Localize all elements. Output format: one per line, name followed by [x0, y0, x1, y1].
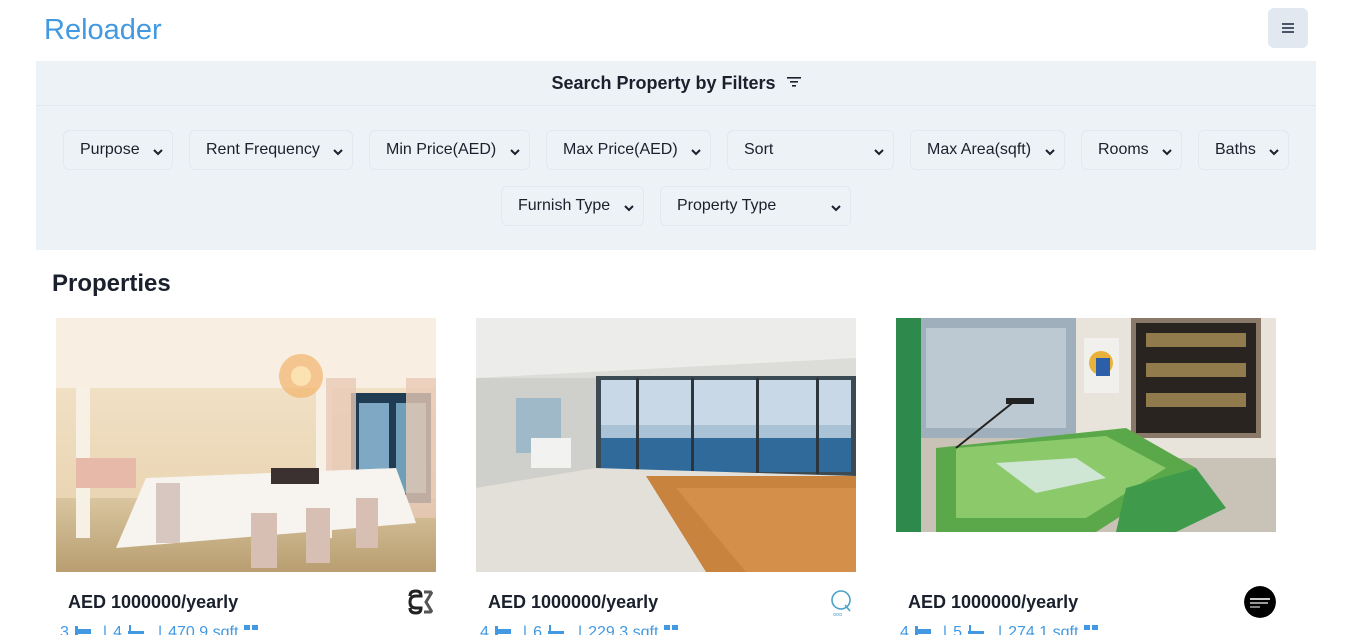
- area-grid-icon: [244, 624, 259, 635]
- select-rooms[interactable]: Rooms: [1081, 130, 1182, 170]
- property-stats: 4 | 6 | 229.3 sqft: [480, 624, 679, 635]
- area-grid-icon: [1084, 624, 1099, 635]
- property-photo[interactable]: [896, 318, 1276, 532]
- filter-lines-icon: [786, 74, 801, 92]
- baths-count: 5: [953, 624, 962, 635]
- area-value: 274.1 sqft: [1008, 624, 1079, 635]
- area-grid-icon: [664, 624, 679, 635]
- area-value: 229.3 sqft: [588, 624, 659, 635]
- select-label: Property Type: [677, 197, 777, 214]
- select-baths[interactable]: Baths: [1198, 130, 1289, 170]
- select-min-price[interactable]: Min Price(AED): [369, 130, 530, 170]
- agency-logo: [1244, 586, 1276, 618]
- select-label: Max Area(sqft): [927, 141, 1032, 158]
- select-label: Sort: [744, 141, 774, 158]
- chevron-down-icon: [152, 145, 164, 163]
- select-max-area[interactable]: Max Area(sqft): [910, 130, 1065, 170]
- select-label: Min Price(AED): [386, 141, 497, 158]
- chevron-down-icon: [690, 145, 702, 163]
- chevron-down-icon: [1161, 145, 1173, 163]
- select-purpose[interactable]: Purpose: [63, 130, 173, 170]
- divider: |: [102, 624, 108, 635]
- divider: |: [997, 624, 1003, 635]
- bed-icon: [494, 624, 511, 635]
- chevron-down-icon: [873, 145, 885, 163]
- rooms-count: 4: [900, 624, 909, 635]
- rooms-count: 4: [480, 624, 489, 635]
- baths-count: 4: [113, 624, 122, 635]
- select-property-type[interactable]: Property Type: [660, 186, 851, 226]
- property-price: AED 1000000/yearly: [488, 592, 659, 612]
- svg-text:ooo: ooo: [833, 612, 842, 618]
- select-label: Furnish Type: [518, 197, 611, 214]
- agency-logo: ooo: [824, 586, 856, 618]
- filter-title: Search Property by Filters: [551, 72, 776, 93]
- select-furnish-type[interactable]: Furnish Type: [501, 186, 644, 226]
- menu-button[interactable]: [1268, 8, 1308, 48]
- baths-count: 6: [533, 624, 542, 635]
- properties-heading: Properties: [52, 270, 171, 297]
- bath-icon: [547, 624, 564, 635]
- filter-header[interactable]: Search Property by Filters: [36, 61, 1316, 106]
- property-photo[interactable]: [56, 318, 436, 572]
- select-label: Purpose: [80, 141, 140, 158]
- bath-icon: [127, 624, 144, 635]
- divider: |: [577, 624, 583, 635]
- divider: |: [522, 624, 528, 635]
- select-label: Baths: [1215, 141, 1256, 158]
- area-value: 470.9 sqft: [168, 624, 239, 635]
- bed-icon: [914, 624, 931, 635]
- property-stats: 3 | 4 | 470.9 sqft: [60, 624, 259, 635]
- agency-logo: [404, 586, 436, 618]
- select-max-price[interactable]: Max Price(AED): [546, 130, 711, 170]
- property-photo[interactable]: [476, 318, 856, 572]
- chevron-down-icon: [1268, 145, 1280, 163]
- chevron-down-icon: [830, 201, 842, 219]
- top-navbar: Reloader: [36, 0, 1316, 61]
- chevron-down-icon: [509, 145, 521, 163]
- property-price: AED 1000000/yearly: [908, 592, 1079, 612]
- select-label: Rent Frequency: [206, 141, 320, 158]
- property-price: AED 1000000/yearly: [68, 592, 239, 612]
- bath-icon: [967, 624, 984, 635]
- select-rent-frequency[interactable]: Rent Frequency: [189, 130, 353, 170]
- chevron-down-icon: [332, 145, 344, 163]
- select-sort[interactable]: Sort: [727, 130, 894, 170]
- hamburger-icon: [1282, 23, 1294, 33]
- select-label: Rooms: [1098, 141, 1149, 158]
- divider: |: [942, 624, 948, 635]
- rooms-count: 3: [60, 624, 69, 635]
- chevron-down-icon: [1044, 145, 1056, 163]
- chevron-down-icon: [623, 201, 635, 219]
- select-label: Max Price(AED): [563, 141, 678, 158]
- filter-panel: Search Property by Filters Purpose Rent …: [36, 61, 1316, 250]
- brand-logo-text[interactable]: Reloader: [44, 14, 162, 47]
- divider: |: [157, 624, 163, 635]
- bed-icon: [74, 624, 91, 635]
- property-stats: 4 | 5 | 274.1 sqft: [900, 624, 1099, 635]
